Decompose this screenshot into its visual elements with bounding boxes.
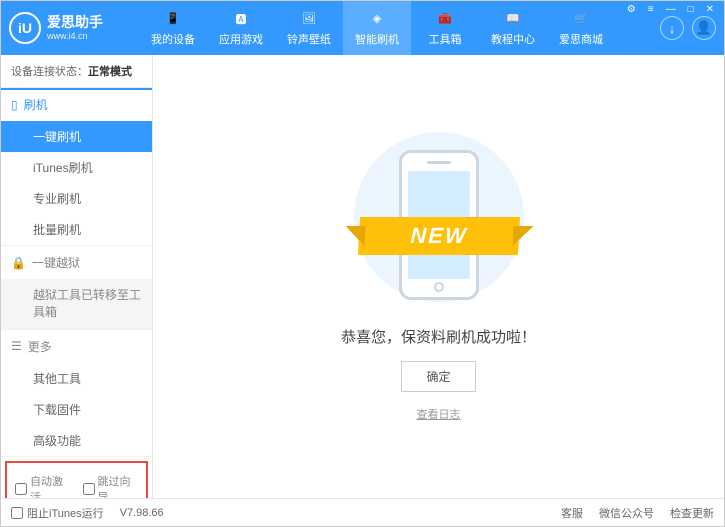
checkbox-input[interactable] xyxy=(15,483,27,495)
sidebar-section-flash[interactable]: ▯ 刷机 xyxy=(1,88,152,121)
sidebar-item-itunes-flash[interactable]: iTunes刷机 xyxy=(1,152,152,183)
sidebar-item-oneclick-flash[interactable]: 一键刷机 xyxy=(1,121,152,152)
tab-toolbox[interactable]: 🧰 工具箱 xyxy=(411,1,479,55)
checkbox-label: 阻止iTunes运行 xyxy=(27,505,104,521)
sidebar-item-pro-flash[interactable]: 专业刷机 xyxy=(1,183,152,214)
tab-ringtones[interactable]: 🖼 铃声壁纸 xyxy=(275,1,343,55)
section-title: 一键越狱 xyxy=(32,254,80,271)
section-title: 更多 xyxy=(28,338,52,355)
logo: iU 爱思助手 www.i4.cn xyxy=(9,12,139,44)
logo-title: 爱思助手 xyxy=(47,14,103,31)
logo-icon: iU xyxy=(9,12,41,44)
toolbox-icon: 🧰 xyxy=(435,10,455,28)
nav-label: 我的设备 xyxy=(151,31,195,47)
jailbreak-note: 越狱工具已转移至工具箱 xyxy=(1,279,152,329)
checkbox-group-highlighted: 自动激活 跳过向导 xyxy=(5,461,148,498)
phone-icon: ▯ xyxy=(11,98,18,112)
sidebar-section-jailbreak[interactable]: 🔒 一键越狱 xyxy=(1,246,152,279)
checkbox-input[interactable] xyxy=(11,507,23,519)
nav-label: 工具箱 xyxy=(429,31,462,47)
download-button[interactable]: ↓ xyxy=(660,16,684,40)
footer: 阻止iTunes运行 V7.98.66 客服 微信公众号 检查更新 xyxy=(1,498,724,526)
sidebar-item-download-firmware[interactable]: 下载固件 xyxy=(1,394,152,425)
checkbox-label: 自动激活 xyxy=(30,473,71,498)
new-ribbon: NEW xyxy=(358,217,520,255)
close-icon[interactable]: ✕ xyxy=(703,4,717,15)
device-status: 设备连接状态：正常模式 xyxy=(1,55,152,88)
sidebar-item-batch-flash[interactable]: 批量刷机 xyxy=(1,214,152,245)
settings-icon[interactable]: ⚙ xyxy=(624,4,639,15)
tab-tutorials[interactable]: 📖 教程中心 xyxy=(479,1,547,55)
user-button[interactable]: 👤 xyxy=(692,16,716,40)
status-value: 正常模式 xyxy=(88,66,132,78)
footer-check-update[interactable]: 检查更新 xyxy=(670,505,714,521)
menu-icon[interactable]: ≡ xyxy=(645,4,657,15)
apps-icon: 🅰 xyxy=(231,10,251,28)
app-header: iU 爱思助手 www.i4.cn 📱 我的设备 🅰 应用游戏 🖼 铃声壁纸 ◈… xyxy=(1,1,724,55)
sidebar-item-other-tools[interactable]: 其他工具 xyxy=(1,363,152,394)
footer-support[interactable]: 客服 xyxy=(561,505,583,521)
lock-icon: 🔒 xyxy=(11,256,26,270)
flash-icon: ◈ xyxy=(367,10,387,28)
phone-icon: 📱 xyxy=(163,10,183,28)
tab-my-device[interactable]: 📱 我的设备 xyxy=(139,1,207,55)
nav-label: 智能刷机 xyxy=(355,31,399,47)
logo-url: www.i4.cn xyxy=(47,31,103,42)
nav-label: 教程中心 xyxy=(491,31,535,47)
nav-label: 铃声壁纸 xyxy=(287,31,331,47)
cart-icon: 🛒 xyxy=(571,10,591,28)
sidebar-item-advanced[interactable]: 高级功能 xyxy=(1,425,152,456)
maximize-icon[interactable]: □ xyxy=(685,4,697,15)
version-label: V7.98.66 xyxy=(120,507,164,519)
image-icon: 🖼 xyxy=(299,10,319,28)
view-log-link[interactable]: 查看日志 xyxy=(417,406,461,422)
main-content: NEW 恭喜您，保资料刷机成功啦！ 确定 查看日志 xyxy=(153,55,724,498)
more-icon: ☰ xyxy=(11,339,22,353)
checkbox-label: 跳过向导 xyxy=(98,473,139,498)
tab-apps-games[interactable]: 🅰 应用游戏 xyxy=(207,1,275,55)
success-message: 恭喜您，保资料刷机成功啦！ xyxy=(341,326,536,347)
checkbox-block-itunes[interactable]: 阻止iTunes运行 xyxy=(11,505,104,521)
section-title: 刷机 xyxy=(24,96,48,113)
confirm-button[interactable]: 确定 xyxy=(401,361,475,392)
checkbox-skip-guide[interactable]: 跳过向导 xyxy=(83,473,139,498)
minimize-icon[interactable]: — xyxy=(663,4,679,15)
tab-smart-flash[interactable]: ◈ 智能刷机 xyxy=(343,1,411,55)
footer-wechat[interactable]: 微信公众号 xyxy=(599,505,654,521)
nav-label: 应用游戏 xyxy=(219,31,263,47)
tab-store[interactable]: 🛒 爱思商城 xyxy=(547,1,615,55)
sidebar-section-more[interactable]: ☰ 更多 xyxy=(1,330,152,363)
nav-label: 爱思商城 xyxy=(559,31,603,47)
success-illustration: NEW xyxy=(339,132,539,312)
status-label: 设备连接状态： xyxy=(11,66,88,78)
sidebar: 设备连接状态：正常模式 ▯ 刷机 一键刷机 iTunes刷机 专业刷机 批量刷机… xyxy=(1,55,153,498)
checkbox-input[interactable] xyxy=(83,483,95,495)
checkbox-auto-activate[interactable]: 自动激活 xyxy=(15,473,71,498)
book-icon: 📖 xyxy=(503,10,523,28)
